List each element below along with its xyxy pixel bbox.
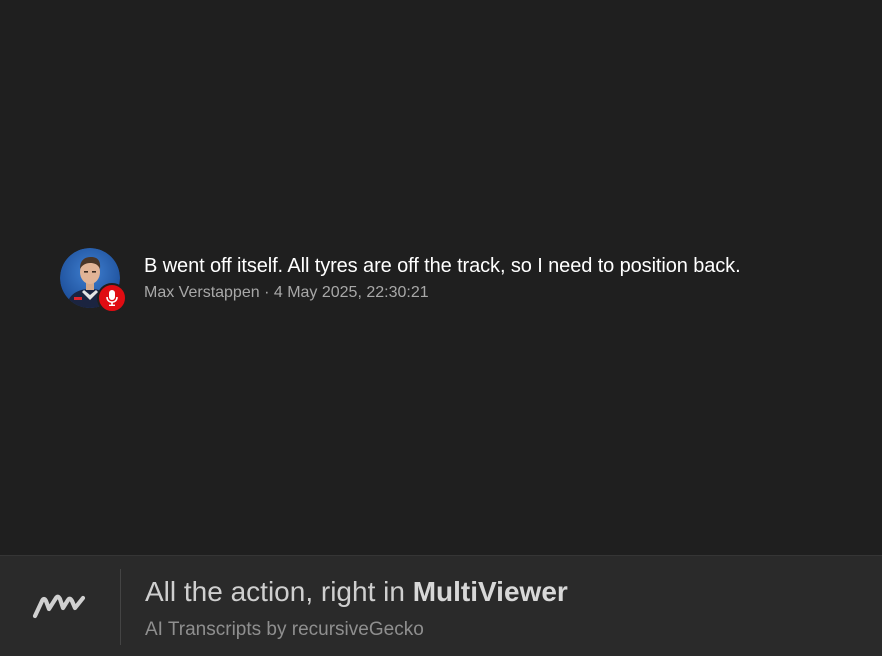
footer-banner: All the action, right in MultiViewer AI … — [0, 555, 882, 656]
transcript-stage: B went off itself. All tyres are off the… — [0, 0, 882, 555]
speaker-name: Max Verstappen — [144, 284, 260, 301]
speaker-avatar-wrap — [60, 248, 127, 313]
headline-brand: MultiViewer — [412, 576, 568, 607]
mic-badge — [97, 283, 127, 313]
footer-subtitle: AI Transcripts by recursiveGecko — [145, 619, 424, 640]
multiviewer-logo-icon — [32, 594, 86, 619]
microphone-icon — [106, 290, 118, 306]
message-body: B went off itself. All tyres are off the… — [144, 248, 741, 303]
footer-divider — [120, 569, 121, 645]
transcript-text: B went off itself. All tyres are off the… — [144, 255, 741, 277]
meta-separator: · — [259, 284, 274, 301]
footer-headline: All the action, right in MultiViewer — [145, 574, 568, 610]
transcript-meta: Max Verstappen · 4 May 2025, 22:30:21 — [144, 283, 741, 303]
transcript-message: B went off itself. All tyres are off the… — [60, 248, 741, 313]
timestamp: 4 May 2025, 22:30:21 — [273, 284, 429, 301]
headline-prefix: All the action, right in — [145, 576, 413, 607]
